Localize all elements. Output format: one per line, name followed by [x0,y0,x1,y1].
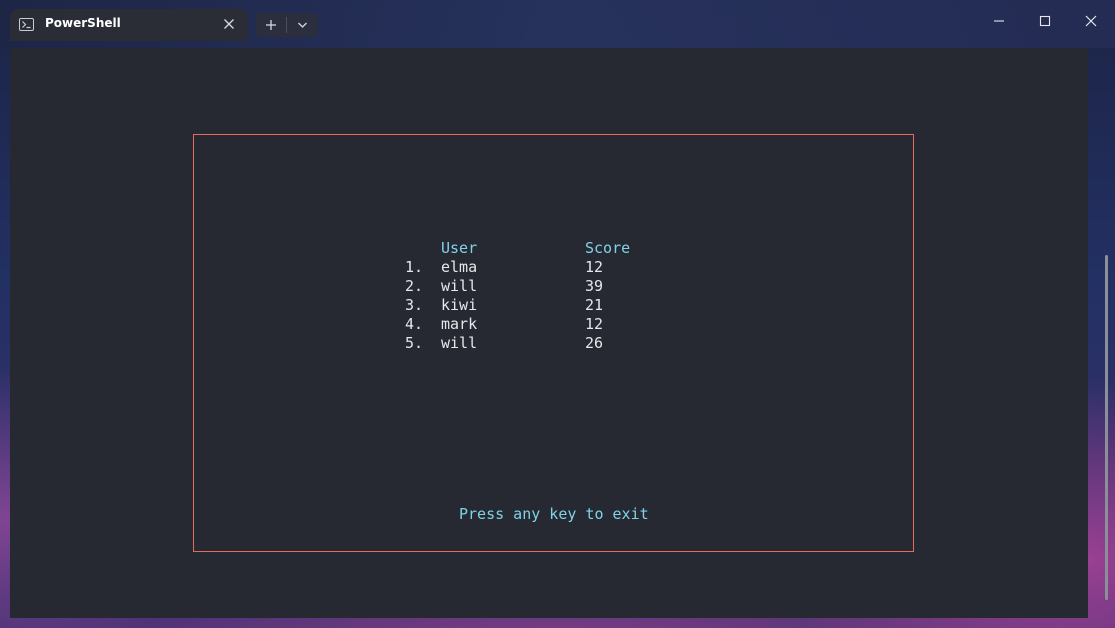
chevron-down-icon [298,22,307,28]
scoreboard-frame [193,134,914,552]
minimize-icon [994,20,1004,22]
column-header-score: Score [585,239,631,257]
row-rank: 5. [405,334,424,352]
column-header-user: User [441,239,478,257]
maximize-icon [1039,15,1051,27]
tab-dropdown-button[interactable] [287,13,318,37]
row-score: 26 [585,334,604,352]
terminal-window: PowerShell User Score 1. elma 12 2. will… [0,0,1115,628]
close-icon [224,19,234,29]
row-rank: 3. [405,296,424,314]
tab-actions [256,13,318,37]
window-close-button[interactable] [1071,8,1111,34]
row-user: kiwi [441,296,478,314]
row-user: mark [441,315,478,333]
title-bar[interactable]: PowerShell [0,0,1115,48]
row-score: 39 [585,277,604,295]
row-rank: 2. [405,277,424,295]
row-score: 12 [585,315,604,333]
row-rank: 4. [405,315,424,333]
row-user: elma [441,258,478,276]
tab-powershell[interactable]: PowerShell [10,9,248,41]
powershell-icon [19,18,34,31]
exit-prompt: Press any key to exit [459,505,649,523]
tab-title: PowerShell [45,16,121,30]
scrollbar[interactable] [1105,255,1108,600]
new-tab-button[interactable] [256,13,286,37]
close-icon [1085,15,1097,27]
tab-close-button[interactable] [220,15,238,33]
row-user: will [441,334,478,352]
row-rank: 1. [405,258,424,276]
row-score: 12 [585,258,604,276]
row-user: will [441,277,478,295]
minimize-button[interactable] [979,8,1019,34]
row-score: 21 [585,296,604,314]
plus-icon [266,20,276,30]
maximize-button[interactable] [1025,8,1065,34]
terminal-content[interactable]: User Score 1. elma 12 2. will 39 3. kiwi… [10,48,1088,618]
